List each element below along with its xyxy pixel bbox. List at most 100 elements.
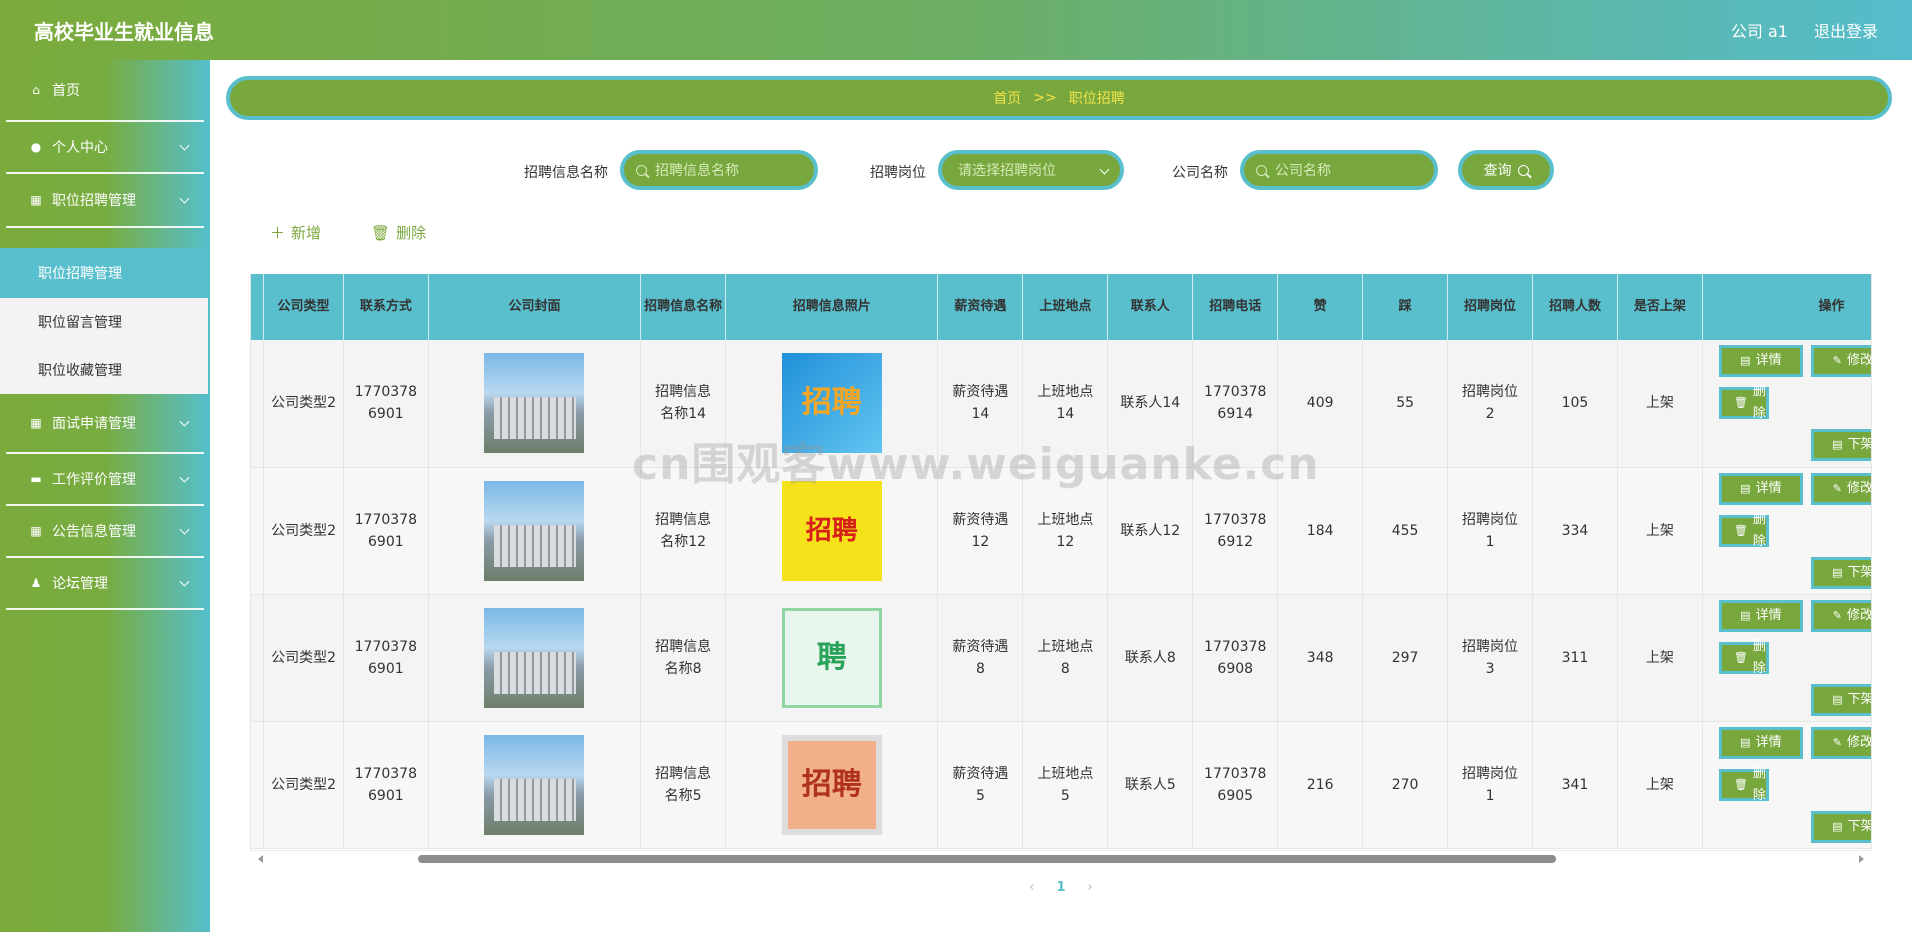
job-photo-image[interactable]: 招聘 [781, 734, 882, 835]
company-cover-image[interactable] [484, 480, 585, 581]
scroll-thumb[interactable] [418, 855, 1556, 863]
cell-likes: 184 [1277, 467, 1364, 595]
horizontal-scrollbar[interactable] [250, 850, 1872, 866]
sidebar-item-home[interactable]: ⌂ 首页 [6, 60, 204, 122]
user-icon: ● [30, 140, 42, 154]
unshelf-button[interactable]: ▤ 下架 [1810, 556, 1871, 589]
breadcrumb-separator: >> [1033, 90, 1057, 106]
cell-count: 105 [1532, 340, 1618, 468]
job-photo-image[interactable]: 招聘 [781, 480, 882, 581]
cell-dislikes: 297 [1362, 594, 1449, 722]
row-delete-button[interactable]: 🗑 删除 [1718, 512, 1769, 549]
sidebar-item-profile[interactable]: ● 个人中心 [6, 122, 204, 174]
col-header: 公司封面 [428, 274, 642, 340]
page-number[interactable]: 1 [1056, 880, 1065, 895]
edit-button[interactable]: ✎ 修改 [1810, 472, 1871, 505]
breadcrumb-home[interactable]: 首页 [993, 88, 1021, 108]
sidebar-item-evaluation[interactable]: ▬ 工作评价管理 [6, 454, 204, 506]
submenu-item-job-recruitment[interactable]: 职位招聘管理 [0, 248, 208, 298]
search-post-select[interactable]: 请选择招聘岗位 [938, 150, 1124, 190]
sidebar-item-forum[interactable]: ♟ 论坛管理 [6, 558, 204, 610]
cell-contact: 17703786901 [343, 594, 429, 722]
select-column[interactable] [251, 274, 265, 340]
next-page-button[interactable]: › [1088, 880, 1093, 895]
detail-button[interactable]: ▤ 详情 [1718, 345, 1803, 378]
row-select[interactable] [251, 594, 265, 722]
pencil-icon: ✎ [1832, 735, 1842, 749]
scroll-left-icon[interactable] [258, 855, 263, 863]
pencil-icon: ✎ [1832, 608, 1842, 622]
cell-place: 上班地点12 [1022, 467, 1109, 595]
submenu-item-job-favorite[interactable]: 职位收藏管理 [0, 346, 208, 394]
query-button[interactable]: 查询 [1458, 150, 1554, 190]
cell-job-photo: 聘 [725, 594, 939, 722]
row-select[interactable] [251, 467, 265, 595]
col-header: 招聘信息照片 [725, 274, 939, 340]
document-icon: ▤ [1832, 819, 1843, 833]
detail-button[interactable]: ▤ 详情 [1718, 472, 1803, 505]
sidebar-item-label: 个人中心 [52, 140, 108, 156]
cell-job-name: 招聘信息名称14 [640, 340, 727, 468]
cell-shelf-status: 上架 [1617, 594, 1703, 722]
sidebar-item-interview[interactable]: ▦ 面试申请管理 [6, 394, 204, 454]
row-delete-button[interactable]: 🗑 删除 [1718, 384, 1769, 421]
cell-likes: 216 [1277, 721, 1364, 849]
cell-post: 招聘岗位1 [1447, 721, 1534, 849]
cell-company-cover [428, 340, 642, 468]
cell-place: 上班地点14 [1022, 340, 1109, 468]
pencil-icon: ✎ [1832, 481, 1842, 495]
sidebar-item-job-recruitment[interactable]: ▦ 职位招聘管理 [6, 174, 204, 228]
trash-icon: 🗑 [1733, 396, 1748, 410]
edit-button[interactable]: ✎ 修改 [1810, 599, 1871, 632]
cell-job-photo: 招聘 [725, 721, 939, 849]
scroll-right-icon[interactable] [1859, 855, 1864, 863]
cell-operations: ▤ 详情 ✎ 修改 🗑 删除 ▤ 下架 [1702, 340, 1871, 468]
prev-page-button[interactable]: ‹ [1029, 880, 1034, 895]
cell-contact-person: 联系人14 [1107, 340, 1194, 468]
logout-link[interactable]: 退出登录 [1814, 18, 1878, 42]
submenu-item-job-message[interactable]: 职位留言管理 [0, 298, 208, 346]
cell-company-cover [428, 721, 642, 849]
delete-button[interactable]: 🗑 删除 [371, 222, 426, 243]
job-photo-image[interactable]: 招聘 [781, 353, 882, 454]
search-name-input[interactable]: 招聘信息名称 [620, 150, 818, 190]
company-cover-image[interactable] [484, 607, 585, 708]
cell-operations: ▤ 详情 ✎ 修改 🗑 删除 ▤ 下架 [1702, 467, 1871, 595]
edit-button[interactable]: ✎ 修改 [1810, 726, 1871, 759]
unshelf-button[interactable]: ▤ 下架 [1810, 429, 1871, 462]
document-icon: ▤ [1740, 481, 1751, 495]
add-button[interactable]: ＋新增 [270, 222, 321, 243]
company-cover-image[interactable] [484, 734, 585, 835]
cell-salary: 薪资待遇12 [937, 467, 1024, 595]
unshelf-button[interactable]: ▤ 下架 [1810, 810, 1871, 843]
unshelf-button[interactable]: ▤ 下架 [1810, 683, 1871, 716]
cell-company-cover [428, 467, 642, 595]
cell-place: 上班地点5 [1022, 721, 1109, 849]
plus-icon: ＋ [270, 224, 286, 242]
search-company-input[interactable]: 公司名称 [1240, 150, 1438, 190]
row-select[interactable] [251, 721, 265, 849]
cell-post: 招聘岗位1 [1447, 467, 1534, 595]
col-header: 是否上架 [1617, 274, 1703, 340]
detail-button[interactable]: ▤ 详情 [1718, 726, 1803, 759]
sidebar-item-label: 首页 [52, 83, 80, 99]
edit-button[interactable]: ✎ 修改 [1810, 345, 1871, 378]
sidebar-item-notice[interactable]: ▦ 公告信息管理 [6, 506, 204, 558]
trash-icon: 🗑 [371, 224, 391, 242]
document-icon: ▤ [1832, 692, 1843, 706]
company-cover-image[interactable] [484, 353, 585, 454]
row-delete-button[interactable]: 🗑 删除 [1718, 639, 1769, 676]
job-photo-image[interactable]: 聘 [781, 607, 882, 708]
chevron-down-icon [179, 416, 190, 427]
document-icon: ▤ [1740, 354, 1751, 368]
detail-button[interactable]: ▤ 详情 [1718, 599, 1803, 632]
user-name: 公司 a1 [1730, 22, 1788, 41]
table-row: 公司类型2 17703786901 招聘信息名称5 招聘 薪资待遇5 上班地点5 联系人5 1… [251, 721, 1871, 849]
search-icon [1517, 164, 1529, 176]
cell-dislikes: 455 [1362, 467, 1449, 595]
row-delete-button[interactable]: 🗑 删除 [1718, 766, 1769, 803]
cell-company-type: 公司类型2 [263, 594, 344, 722]
row-select[interactable] [251, 340, 265, 468]
cell-company-type: 公司类型2 [263, 467, 344, 595]
col-header: 招聘信息名称 [640, 274, 727, 340]
